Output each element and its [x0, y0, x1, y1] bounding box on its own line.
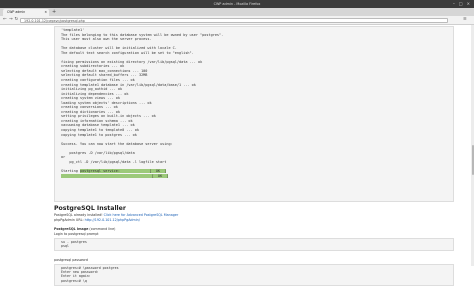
terminal-line-status: [ OK ] [61, 173, 453, 179]
forward-icon[interactable]: → [9, 16, 13, 24]
phppgadmin-link[interactable]: http://192.0.101.12/phpPgAdmin/ [85, 218, 140, 222]
password-code-block: postgres=# \password postgres Enter new … [54, 264, 454, 286]
new-tab-button[interactable]: + [52, 9, 56, 16]
code-line: postgres=# \q [61, 278, 87, 283]
menu-icon[interactable]: ≡ [463, 16, 467, 24]
navigation-bar: ← → ↻ 192.0.101.12/cwpsvc/postgresql.php… [0, 16, 474, 25]
reload-icon[interactable]: ↻ [15, 16, 19, 24]
scrollbar-thumb[interactable] [471, 145, 474, 175]
back-icon[interactable]: ← [3, 16, 7, 24]
password-label: postgresql password [54, 258, 88, 262]
image-label-line: PostgreSQL Image (command line) [54, 227, 116, 231]
page-content: 'template1' The files belonging to this d… [0, 25, 474, 286]
login-code-block: su - postgres psql [54, 238, 454, 251]
window-title: CWP admin - Mozilla Firefox [213, 2, 261, 6]
phppgadmin-url-line: phpPgAdmin URL: http://192.0.101.12/phpP… [54, 218, 140, 222]
code-line: psql [61, 244, 69, 249]
tab-bar: CWP admin × + [0, 8, 474, 16]
advanced-manager-link[interactable]: Click here for Advanced PostgreSQL Manag… [104, 213, 179, 217]
tab-label: CWP admin [7, 10, 26, 14]
installed-notice: PostgreSQL already installed! Click here… [54, 213, 179, 217]
section-heading: PostgreSQL Installer [54, 205, 126, 212]
status-highlight: postgresql service: [ OK ] [79, 168, 167, 173]
install-output: 'template1' The files belonging to this d… [54, 26, 454, 202]
url-bar[interactable]: 192.0.101.12/cwpsvc/postgresql.php [20, 17, 448, 23]
close-window-icon[interactable]: × [467, 0, 470, 8]
login-text: Login to postgresql prompt [54, 232, 99, 236]
close-tab-icon[interactable]: × [44, 9, 47, 16]
minimize-icon[interactable]: – [453, 0, 455, 8]
status-highlight: [ OK ] [61, 173, 169, 178]
tab-cwp-admin[interactable]: CWP admin × [3, 9, 49, 16]
window-titlebar: CWP admin - Mozilla Firefox – □ × [0, 0, 474, 8]
maximize-icon[interactable]: □ [459, 0, 463, 8]
